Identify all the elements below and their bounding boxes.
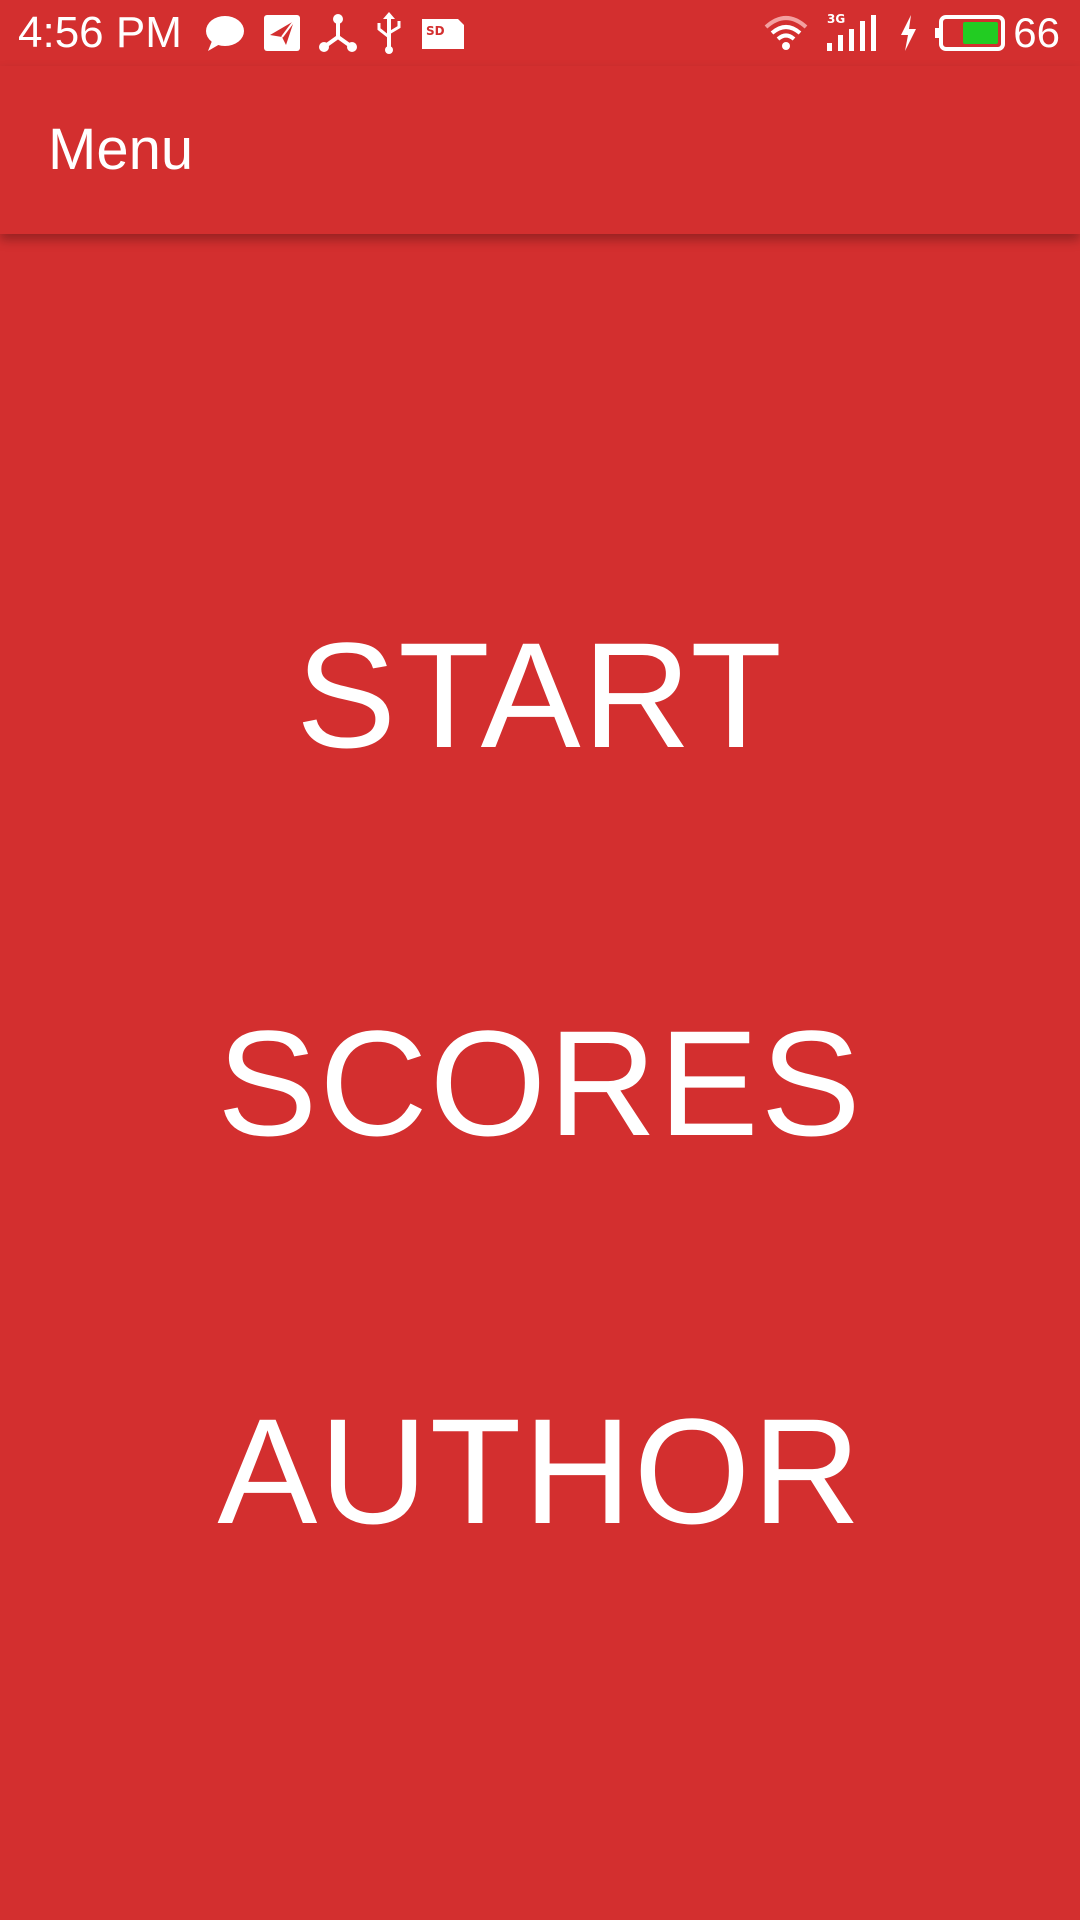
status-bar: 4:56 PM SD 3G 66 <box>0 0 1080 66</box>
menu-content: START SCORES AUTHOR <box>0 234 1080 1920</box>
chat-bubble-icon <box>204 11 246 55</box>
status-left-group: 4:56 PM SD <box>18 0 482 66</box>
wifi-icon <box>763 11 809 55</box>
usb-icon <box>374 11 404 55</box>
battery-level: 66 <box>1013 9 1060 56</box>
start-button[interactable]: START <box>0 610 1080 780</box>
author-button[interactable]: AUTHOR <box>0 1386 1080 1556</box>
sd-card-icon: SD <box>420 11 466 55</box>
status-right-group: 3G 66 <box>763 0 1060 66</box>
app-bar: Menu <box>0 66 1080 234</box>
share-icon <box>318 11 358 55</box>
scores-button[interactable]: SCORES <box>0 998 1080 1168</box>
network-type-label: 3G <box>827 12 845 26</box>
sd-label: SD <box>426 24 445 38</box>
battery-icon <box>935 11 1006 55</box>
charging-icon <box>897 11 919 55</box>
status-time: 4:56 PM <box>18 8 182 57</box>
send-icon <box>262 11 302 55</box>
page-title: Menu <box>48 117 194 182</box>
signal-icon: 3G <box>825 11 881 55</box>
